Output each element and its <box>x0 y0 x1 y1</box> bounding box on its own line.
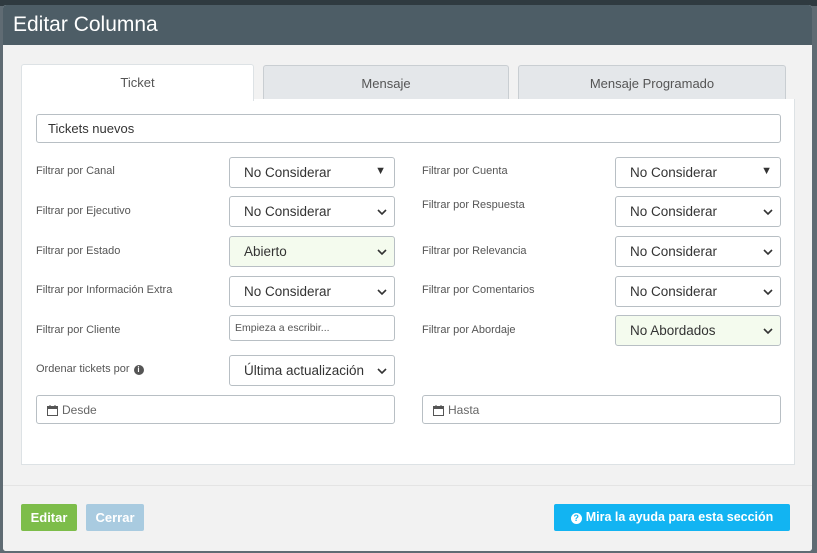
info-extra-select[interactable]: No Considerar <box>229 276 395 307</box>
comentarios-select-value: No Considerar <box>630 284 718 299</box>
edit-column-modal: Editar Columna Ticket Mensaje Mensaje Pr… <box>3 5 812 551</box>
comentarios-select[interactable]: No Considerar <box>615 276 781 307</box>
ordenar-label: Ordenar tickets por i <box>36 363 144 375</box>
chevron-down-icon <box>763 328 773 335</box>
canal-select[interactable]: No Considerar ▼ <box>229 157 395 188</box>
respuesta-label: Filtrar por Respuesta <box>422 199 525 211</box>
abordaje-select[interactable]: No Abordados <box>615 315 781 346</box>
canal-select-value: No Considerar <box>244 165 332 180</box>
respuesta-select-value: No Considerar <box>630 204 718 219</box>
abordaje-label: Filtrar por Abordaje <box>422 324 516 336</box>
chevron-down-icon <box>763 249 773 256</box>
relevancia-select-value: No Considerar <box>630 244 718 259</box>
estado-select-value: Abierto <box>244 244 287 259</box>
relevancia-label: Filtrar por Relevancia <box>422 245 527 257</box>
cliente-label: Filtrar por Cliente <box>36 324 121 336</box>
estado-select[interactable]: Abierto <box>229 236 395 267</box>
ejecutivo-select-value: No Considerar <box>244 204 332 219</box>
cuenta-label: Filtrar por Cuenta <box>422 165 508 177</box>
chevron-down-icon <box>377 209 387 216</box>
estado-label: Filtrar por Estado <box>36 245 121 257</box>
info-extra-label: Filtrar por Información Extra <box>36 284 173 296</box>
modal-title: Editar Columna <box>3 5 812 45</box>
calendar-icon <box>47 405 58 416</box>
canal-label: Filtrar por Canal <box>36 165 115 177</box>
info-icon[interactable]: i <box>133 365 144 375</box>
comentarios-label: Filtrar por Comentarios <box>422 284 535 296</box>
ordenar-select-value: Última actualización <box>244 363 365 378</box>
help-button[interactable]: ? Mira la ayuda para esta sección <box>554 504 790 531</box>
column-name-input[interactable]: Tickets nuevos <box>36 114 781 143</box>
tab-mensaje-programado[interactable]: Mensaje Programado <box>518 65 786 100</box>
ejecutivo-select[interactable]: No Considerar <box>229 196 395 227</box>
cuenta-select-value: No Considerar <box>630 165 718 180</box>
chevron-down-icon <box>377 289 387 296</box>
question-circle-icon: ? <box>570 513 582 524</box>
chevron-down-icon <box>763 289 773 296</box>
cuenta-select[interactable]: No Considerar ▼ <box>615 157 781 188</box>
caret-down-icon: ▼ <box>375 165 386 177</box>
hasta-placeholder: Hasta <box>448 403 480 417</box>
edit-button[interactable]: Editar <box>21 504 77 531</box>
ejecutivo-label: Filtrar por Ejecutivo <box>36 205 131 217</box>
tab-mensaje[interactable]: Mensaje <box>263 65 509 100</box>
tab-bar: Ticket Mensaje Mensaje Programado <box>21 64 794 101</box>
modal-footer: Editar Cerrar ? Mira la ayuda para esta s… <box>3 485 812 551</box>
chevron-down-icon <box>763 209 773 216</box>
tab-ticket[interactable]: Ticket <box>21 64 254 101</box>
desde-placeholder: Desde <box>62 403 97 417</box>
info-extra-select-value: No Considerar <box>244 284 332 299</box>
chevron-down-icon <box>377 368 387 375</box>
cliente-input[interactable]: Empieza a escribir... <box>229 315 395 341</box>
calendar-icon <box>433 405 444 416</box>
relevancia-select[interactable]: No Considerar <box>615 236 781 267</box>
ticket-panel: Tickets nuevos Filtrar por Canal No Cons… <box>21 99 795 465</box>
close-button[interactable]: Cerrar <box>86 504 144 531</box>
desde-date-input[interactable]: Desde <box>36 395 395 424</box>
respuesta-select[interactable]: No Considerar <box>615 196 781 227</box>
caret-down-icon: ▼ <box>761 165 772 177</box>
chevron-down-icon <box>377 249 387 256</box>
ordenar-select[interactable]: Última actualización <box>229 355 395 386</box>
ordenar-label-text: Ordenar tickets por <box>36 363 130 375</box>
hasta-date-input[interactable]: Hasta <box>422 395 781 424</box>
help-button-label: Mira la ayuda para esta sección <box>585 510 774 524</box>
modal-body: Ticket Mensaje Mensaje Programado Ticket… <box>3 45 812 485</box>
abordaje-select-value: No Abordados <box>630 323 716 338</box>
